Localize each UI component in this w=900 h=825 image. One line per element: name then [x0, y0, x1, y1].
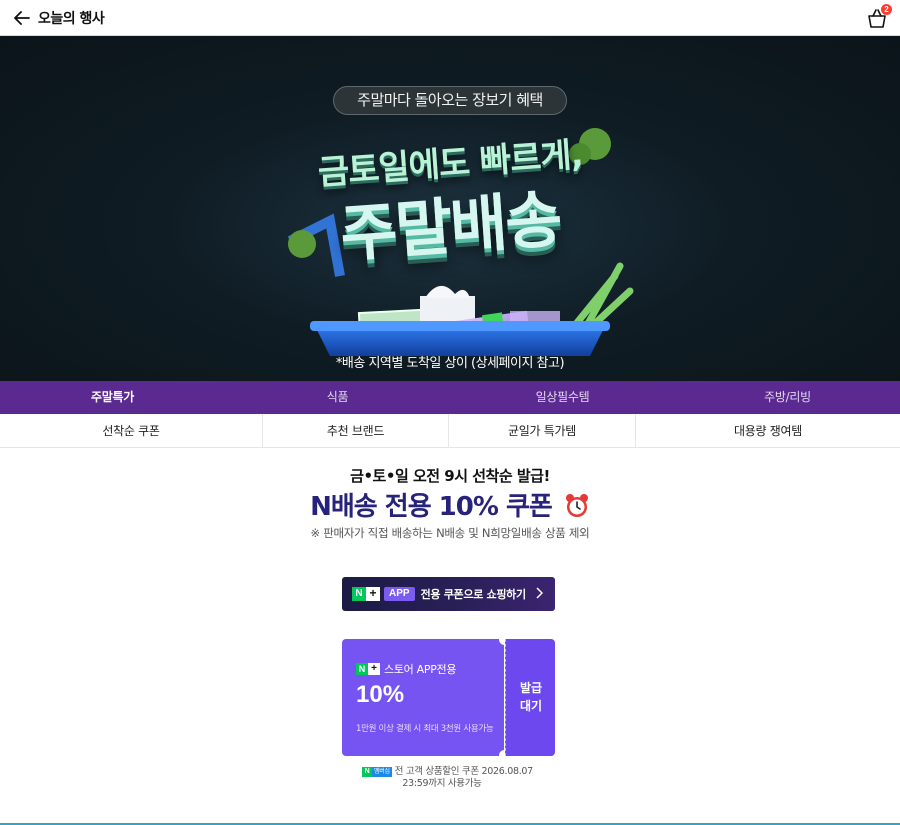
cart-button[interactable]: 2 [866, 4, 892, 29]
top-bar: 오늘의 행사 2 [0, 0, 900, 36]
coupon-issue-stub[interactable]: 발급 대기 [505, 639, 555, 756]
coupon-status-line1: 발급 [519, 681, 543, 695]
page-title: 오늘의 행사 [38, 11, 105, 27]
coupon-body: N + 스토어 APP전용 10% 1만원 이상 결제 시 최대 3천원 사용가… [342, 639, 504, 756]
membership-badge: N 멤버십 [362, 766, 392, 777]
membership-label: 멤버십 [372, 766, 392, 777]
subtab-first-come-coupon[interactable]: 선착순 쿠폰 [0, 414, 263, 447]
subtab-bulk-items[interactable]: 대용량 쟁여템 [636, 414, 900, 447]
coupon-condition: 1만원 이상 결제 시 최대 3천원 사용가능 [356, 724, 494, 734]
app-pill: APP [384, 587, 415, 601]
subtab-recommended-brands[interactable]: 추천 브랜드 [263, 414, 449, 447]
sub-tabs: 선착순 쿠폰 추천 브랜드 균일가 특가템 대용량 쟁여템 [0, 414, 900, 448]
n-badge: N [352, 587, 366, 601]
tab-kitchen-living[interactable]: 주방/리빙 [675, 381, 900, 414]
coupon-section-title: N배송 전용 10% 쿠폰 [0, 486, 900, 523]
n-plus-logo: N + [356, 663, 380, 675]
back-button[interactable] [12, 8, 32, 28]
hero-banner[interactable]: 주말마다 돌아오는 장보기 혜택 금토일에도 빠르게, 주말배송 *배송 지역별… [0, 36, 900, 381]
coupon-card[interactable]: N + 스토어 APP전용 10% 1만원 이상 결제 시 최대 3천원 사용가… [342, 634, 555, 761]
subtab-flat-price-deals[interactable]: 균일가 특가템 [449, 414, 636, 447]
coupon-title-text: N배송 전용 10% 쿠폰 [310, 492, 553, 522]
coupon-exclusion-note: ※ 판매자가 직접 배송하는 N배송 및 N희망일배송 상품 제외 [310, 526, 590, 540]
tab-weekend-deals[interactable]: 주말특가 [0, 381, 225, 414]
alarm-clock-icon [565, 494, 588, 517]
tab-daily-essentials[interactable]: 일상필수템 [450, 381, 675, 414]
coupon-status-line2: 대기 [519, 699, 543, 713]
chevron-right-icon [536, 587, 543, 599]
plus-badge: + [366, 587, 380, 601]
tab-food[interactable]: 식품 [225, 381, 450, 414]
coupon-brand: N + 스토어 APP전용 [356, 661, 457, 677]
coupon-kicker: 금•토•일 오전 9시 선착순 발급! [350, 467, 550, 485]
arrow-left-icon [14, 11, 30, 25]
n-plus-logo: N + [352, 587, 380, 601]
plus-badge: + [368, 663, 380, 675]
coupon-rate: 10% [356, 681, 405, 708]
n-badge: N [356, 663, 368, 675]
cart-count-badge: 2 [881, 4, 892, 15]
coupon-footnote: N 멤버십 전 고객 상품할인 쿠폰 2026.08.07 23:59까지 사용… [362, 766, 552, 790]
app-button-label: 전용 쿠폰으로 쇼핑하기 [420, 588, 527, 601]
membership-n: N [362, 766, 372, 777]
category-tabs: 주말특가 식품 일상필수템 주방/리빙 [0, 381, 900, 414]
footnote-line2: 23:59까지 사용가능 [402, 778, 482, 789]
hero-tag: 주말마다 돌아오는 장보기 혜택 [333, 86, 567, 115]
hero-note: *배송 지역별 도착일 상이 (상세페이지 참고) [335, 356, 565, 371]
footnote-line1: 전 고객 상품할인 쿠폰 2026.08.07 [394, 766, 534, 777]
coupon-brand-text: 스토어 APP전용 [384, 663, 457, 676]
coupon-status: 발급 대기 [506, 679, 556, 715]
app-coupon-shopping-button[interactable]: N + APP 전용 쿠폰으로 쇼핑하기 [342, 577, 555, 611]
